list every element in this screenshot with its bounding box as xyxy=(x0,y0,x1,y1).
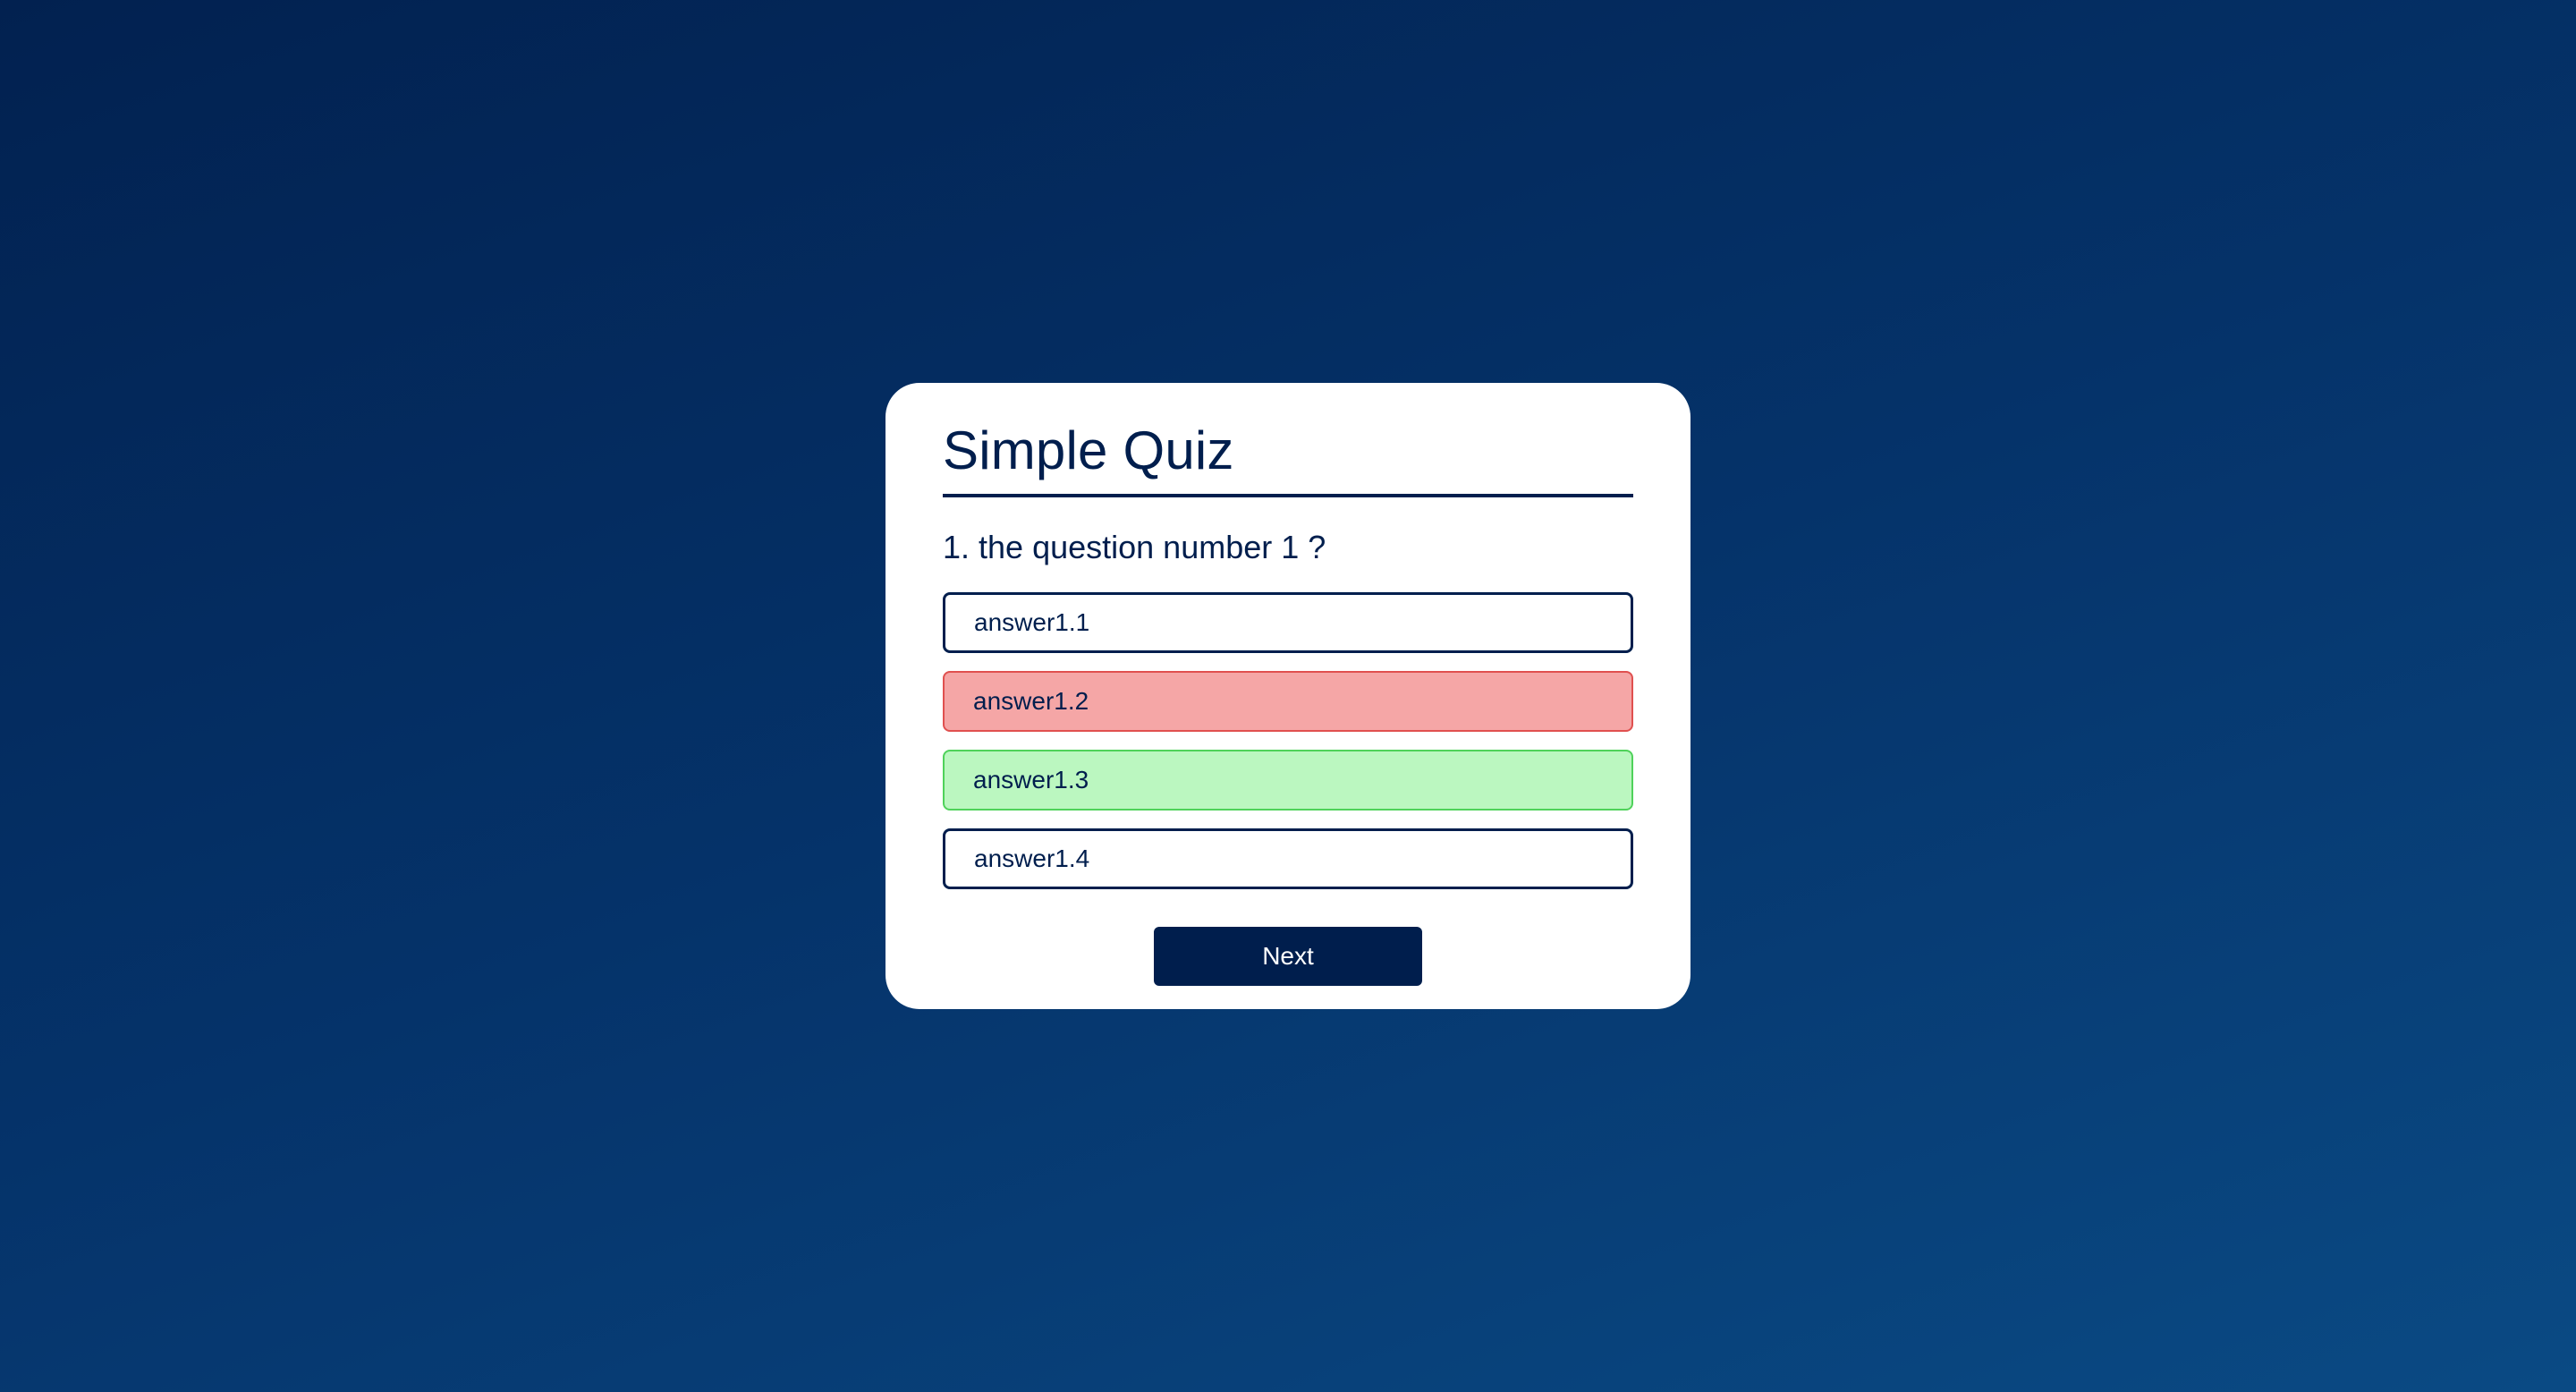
answer-button-1[interactable]: answer1.1 xyxy=(943,591,1633,653)
answer-button-2-incorrect[interactable]: answer1.2 xyxy=(943,670,1633,732)
answer-button-3-correct[interactable]: answer1.3 xyxy=(943,749,1633,811)
answer-button-4[interactable]: answer1.4 xyxy=(943,828,1633,889)
page-background: { "quiz": { "title": "Simple Quiz", "que… xyxy=(0,0,2576,1392)
quiz-body: 1. the question number 1 ? answer1.1 ans… xyxy=(943,530,1633,986)
question-text: 1. the question number 1 ? xyxy=(943,529,1326,565)
quiz-title: Simple Quiz xyxy=(943,419,1633,497)
quiz-card: Simple Quiz 1. the question number 1 ? a… xyxy=(886,383,1690,1009)
answer-list: answer1.1 answer1.2 answer1.3 answer1.4 xyxy=(943,591,1633,889)
next-button[interactable]: Next xyxy=(1154,926,1422,986)
